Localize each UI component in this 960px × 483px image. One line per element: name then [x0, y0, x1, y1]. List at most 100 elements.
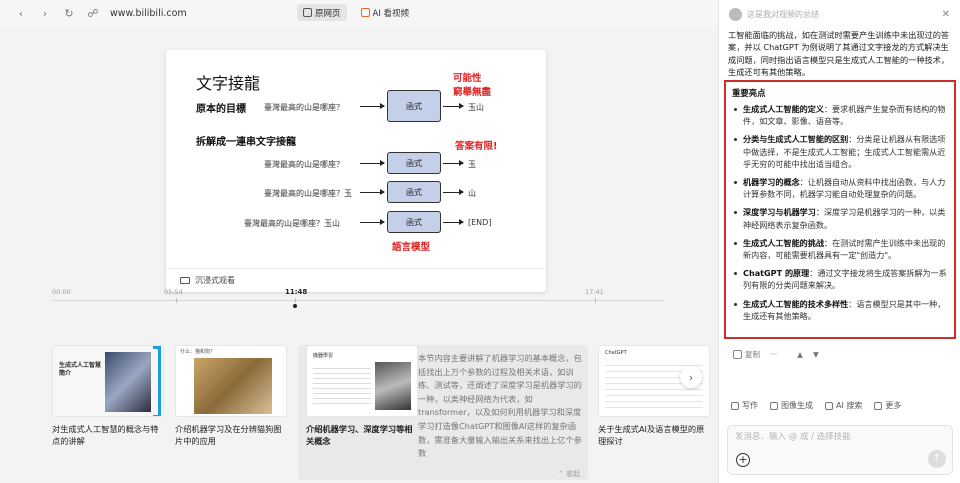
bullet-icon [734, 211, 737, 215]
collapse-button[interactable]: ⌃ 收起 [558, 469, 580, 479]
view-toggle: 原网页 AI 看视频 [297, 4, 415, 21]
back-icon[interactable]: ‹ [12, 4, 30, 22]
arrow [443, 160, 464, 166]
refresh-icon[interactable]: ↻ [60, 4, 78, 22]
thumbs-down-icon[interactable]: ▼ [813, 350, 819, 359]
arrow [443, 103, 464, 109]
more-options-button[interactable]: ··· [770, 350, 777, 359]
thumbs-up-icon[interactable]: ▲ [797, 350, 803, 359]
forward-icon[interactable]: › [36, 4, 54, 22]
playhead[interactable] [293, 304, 297, 308]
language-model-label: 語言模型 [392, 242, 431, 253]
highlight-item: 分类与生成式人工智能的区别：分类是让机器从有限选项中做选择，不是生成式人工智能；… [732, 133, 951, 170]
chapter-title: 关于生成式AI及语言模型的原理探讨 [598, 424, 705, 446]
url-text[interactable]: www.bilibili.com [110, 8, 187, 19]
chapter-timeline[interactable]: 00:00 05:54 11:48 17:41 [52, 288, 664, 328]
chip-more[interactable]: 更多 [874, 400, 901, 411]
collapse-label: 收起 [566, 470, 581, 478]
step-output: 玉 [468, 160, 476, 169]
chapter-title: 介绍机器学习、深度学习等相关概念 [306, 424, 413, 446]
ai-summary-panel: 这是我对视频的总结 ✕ 工智能面临的挑战，如在测试时需要产生训练中未出现过的答案… [718, 0, 960, 483]
image-icon [770, 401, 778, 410]
goal-label: 原本的目標 [196, 104, 246, 115]
chip-writing[interactable]: 写作 [731, 400, 758, 411]
time-label: 17:41 [585, 288, 604, 296]
chip-image-gen[interactable]: 图像生成 [770, 400, 813, 411]
send-icon[interactable]: ↑ [928, 450, 946, 468]
chat-input[interactable] [735, 432, 935, 442]
function-box: 函式 [387, 211, 441, 233]
thumb-image [375, 362, 411, 410]
tab-original-page[interactable]: 原网页 [297, 4, 347, 21]
chip-label: 图像生成 [781, 401, 813, 410]
chapter-description: 本节内容主要讲解了机器学习的基本概念，包括找出上万个参数的过程及相关术语，如训练… [418, 353, 582, 459]
chevron-right-icon[interactable]: › [680, 366, 702, 388]
highlights-title: 重要亮点 [732, 88, 766, 98]
arrow [443, 189, 464, 195]
video-frame-slide[interactable]: 文字接龍 可能性 窮舉無盡 原本的目標 臺灣最高的山是哪座？ 函式 玉山 拆解成… [166, 50, 546, 292]
highlight-term: 分类与生成式人工智能的区别 [743, 134, 849, 145]
current-time-label: 11:48 [285, 288, 308, 296]
highlight-term: 生成式人工智能的挑战 [743, 237, 824, 248]
thumb-image [105, 352, 151, 412]
arrow [443, 219, 464, 225]
note-answer-limited: 答案有限! [455, 141, 498, 152]
chapter-title: 介绍机器学习及在分辨猫狗图片中的应用 [175, 424, 282, 446]
browser-toolbar: ‹ › ↻ ☍ www.bilibili.com 原网页 AI 看视频 [0, 0, 718, 26]
chip-label: 写作 [742, 401, 758, 410]
pen-icon [731, 401, 739, 410]
timeline-track[interactable] [52, 300, 664, 301]
thumb-accent [153, 346, 161, 416]
message-actions: 复制 ··· ▲ ▼ [733, 349, 819, 360]
summary-intro: 工智能面临的挑战，如在测试时需要产生训练中未出现过的答案，并以 ChatGPT … [728, 30, 950, 77]
chapter-title: 对生成式人工智慧的概念与特点的讲解 [52, 424, 159, 446]
split-label: 拆解成一連串文字接龍 [196, 137, 296, 148]
copy-button[interactable]: 复制 [733, 349, 760, 360]
chip-ai-search[interactable]: AI 搜索 [825, 400, 862, 411]
highlight-term: 深度学习与机器学习 [743, 207, 816, 218]
time-label: 00:00 [52, 288, 71, 296]
thumb-heading: ChatGPT [605, 350, 627, 356]
highlight-item: 生成式人工智能的定义：要求机器产生复杂而有结构的物件，如文章、影像、语音等。 [732, 103, 951, 127]
chat-input-box: + ↑ [727, 425, 953, 475]
chapter-thumbnail: 機器學習 [306, 345, 418, 417]
highlight-item: 生成式人工智能的挑战：在测试时需产生训练中未出现的新内容，可能需要机器具有一定"… [732, 237, 951, 261]
thumb-text-lines [313, 364, 371, 404]
highlight-term: 生成式人工智能的技术多样性 [743, 298, 849, 309]
goal-output: 玉山 [468, 103, 484, 112]
page-icon [303, 8, 312, 17]
chapter-card[interactable]: 什么：猫和狗？ 介绍机器学习及在分辨猫狗图片中的应用 [175, 345, 287, 473]
thumb-image [194, 358, 272, 414]
timeline-tick [595, 298, 596, 303]
chapter-card[interactable]: ChatGPT 关于生成式AI及语言模型的原理探讨 [598, 345, 710, 473]
chip-label: 更多 [885, 401, 902, 410]
copy-label: 复制 [745, 350, 760, 359]
bullet-icon [734, 181, 737, 185]
function-box: 函式 [387, 152, 441, 174]
bullet-icon [734, 241, 737, 245]
tab-ai-watch[interactable]: AI 看视频 [355, 4, 416, 21]
step-input: 臺灣最高的山是哪座？ [264, 160, 344, 169]
arrow [360, 103, 385, 109]
highlight-item: 深度学习与机器学习：深度学习是机器学习的一种，以类神经网络表示复杂函数。 [732, 206, 951, 230]
avatar [729, 8, 742, 21]
highlight-item: 生成式人工智能的技术多样性：语言模型只是其中一种，生成还有其他策略。 [732, 298, 951, 322]
highlight-term: 生成式人工智能的定义 [743, 104, 824, 114]
step-input: 臺灣最高的山是哪座？玉 [264, 189, 352, 198]
step-input: 臺灣最高的山是哪座？玉山 [244, 219, 340, 228]
video-area[interactable]: 文字接龍 可能性 窮舉無盡 原本的目標 臺灣最高的山是哪座？ 函式 玉山 拆解成… [0, 26, 718, 309]
chapter-thumbnail: 什么：猫和狗？ [175, 345, 287, 417]
highlight-item: 机器学习的概念：让机器自动从资料中找出函数，与人力计算参数不同，机器学习能自动处… [732, 176, 951, 200]
close-icon[interactable]: ✕ [942, 9, 950, 20]
timeline-tick [176, 298, 177, 303]
function-box: 函式 [387, 90, 441, 122]
chapter-card-active[interactable]: 機器學習 介绍机器学习、深度学习等相关概念 [306, 345, 418, 473]
goal-question: 臺灣最高的山是哪座？ [264, 103, 344, 112]
plus-icon[interactable]: + [736, 453, 750, 467]
step-output: [END] [468, 218, 492, 227]
highlights-box: 重要亮点 生成式人工智能的定义：要求机器产生复杂而有结构的物件，如文章、影像、语… [724, 80, 956, 339]
highlight-term: 机器学习的概念 [743, 177, 800, 188]
chapter-card[interactable]: 生成式人工智慧簡介 对生成式人工智慧的概念与特点的讲解 [52, 345, 164, 473]
function-box: 函式 [387, 181, 441, 203]
bullet-icon [734, 108, 737, 111]
